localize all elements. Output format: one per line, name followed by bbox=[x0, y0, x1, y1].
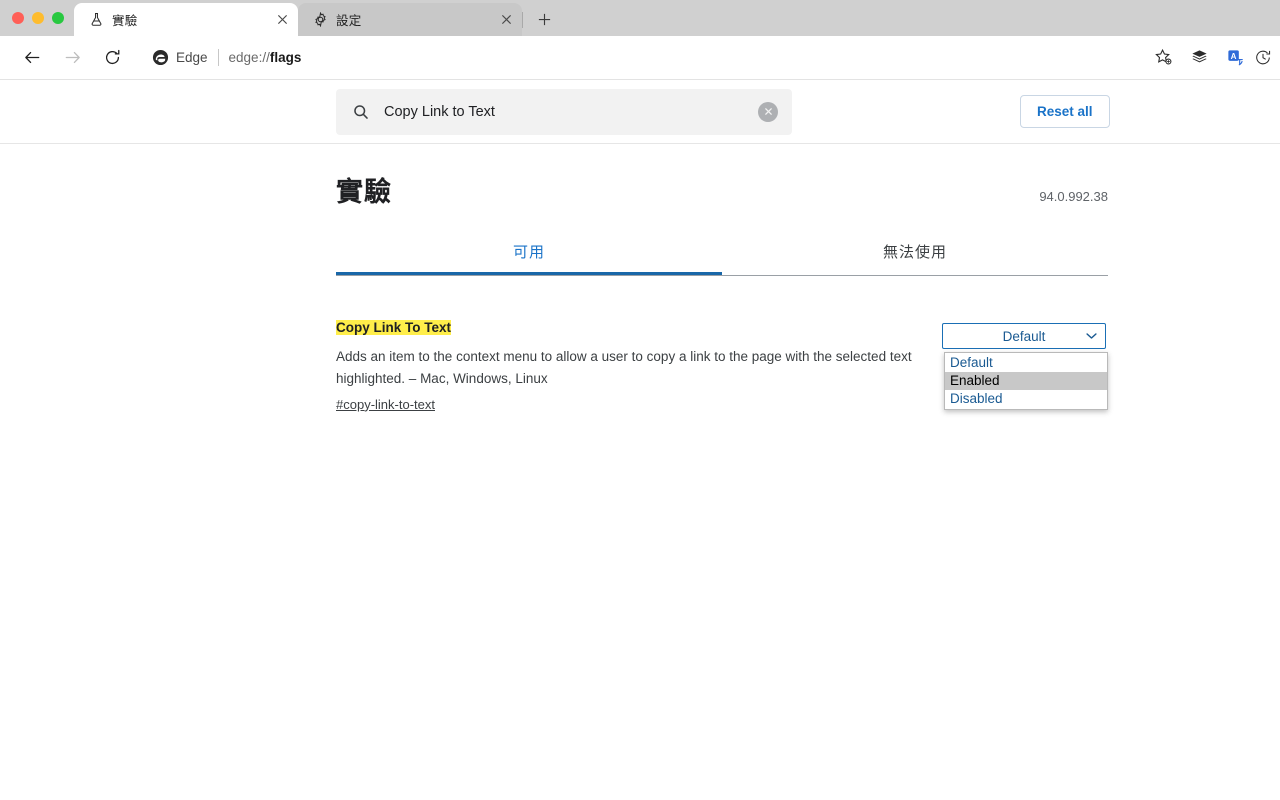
svg-text:A: A bbox=[1230, 52, 1236, 61]
window-minimize-button[interactable] bbox=[32, 12, 44, 24]
select-option-disabled[interactable]: Disabled bbox=[945, 390, 1107, 408]
browser-toolbar: Edge edge://flags A bbox=[0, 36, 1280, 80]
tab-available[interactable]: 可用 bbox=[336, 241, 722, 275]
flags-search-row: Copy Link to Text Reset all bbox=[0, 80, 1280, 144]
history-icon[interactable] bbox=[1254, 42, 1272, 74]
flags-header: 實驗 94.0.992.38 bbox=[336, 144, 1108, 209]
gear-icon bbox=[312, 12, 328, 28]
window-close-button[interactable] bbox=[12, 12, 24, 24]
url-scheme: edge:// bbox=[228, 50, 270, 65]
flag-entry: Copy Link To Text Adds an item to the co… bbox=[336, 318, 1108, 414]
address-divider bbox=[217, 49, 219, 66]
favorite-star-icon[interactable] bbox=[1146, 42, 1180, 74]
tab-title: 實驗 bbox=[112, 14, 138, 28]
toolbar-icon-group: A bbox=[1146, 42, 1272, 74]
edge-brand-label: Edge bbox=[176, 50, 208, 65]
select-option-enabled[interactable]: Enabled bbox=[945, 372, 1107, 390]
window-titlebar: 實驗 設定 bbox=[0, 0, 1280, 36]
flags-content: 實驗 94.0.992.38 可用 無法使用 Copy Link To Text… bbox=[0, 144, 1280, 414]
window-controls bbox=[0, 0, 74, 36]
reload-button[interactable] bbox=[96, 42, 128, 74]
tab-title: 設定 bbox=[336, 14, 362, 28]
flags-tablist: 可用 無法使用 bbox=[336, 241, 1108, 276]
search-input[interactable]: Copy Link to Text bbox=[336, 88, 792, 135]
close-icon[interactable] bbox=[274, 12, 290, 28]
close-icon[interactable] bbox=[498, 12, 514, 28]
url-path: flags bbox=[269, 50, 302, 65]
new-tab-button[interactable] bbox=[530, 5, 558, 33]
address-bar[interactable]: Edge edge://flags bbox=[142, 41, 1146, 74]
forward-button bbox=[56, 42, 88, 74]
translate-icon[interactable]: A bbox=[1218, 42, 1252, 74]
flag-description: Adds an item to the context menu to allo… bbox=[336, 348, 912, 387]
flag-select-wrapper: Default Default Enabled Disabled bbox=[942, 323, 1108, 410]
clear-search-icon[interactable] bbox=[758, 101, 778, 122]
flag-select[interactable]: Default bbox=[942, 323, 1106, 349]
edge-logo-icon bbox=[152, 49, 169, 66]
chevron-down-icon bbox=[1086, 332, 1097, 340]
reset-all-button[interactable]: Reset all bbox=[1020, 94, 1110, 129]
browser-tab-settings[interactable]: 設定 bbox=[298, 3, 522, 36]
browser-tab-experiments[interactable]: 實驗 bbox=[74, 3, 298, 36]
search-value: Copy Link to Text bbox=[384, 103, 495, 120]
flag-anchor-link[interactable]: #copy-link-to-text bbox=[336, 397, 435, 412]
url-text: edge://flags bbox=[229, 50, 302, 65]
flags-page: Copy Link to Text Reset all 實驗 94.0.992.… bbox=[0, 80, 1280, 799]
flag-name: Copy Link To Text bbox=[336, 320, 452, 335]
select-option-default[interactable]: Default bbox=[945, 354, 1107, 372]
page-title: 實驗 bbox=[336, 177, 392, 207]
version-label: 94.0.992.38 bbox=[1039, 189, 1108, 204]
tab-unavailable[interactable]: 無法使用 bbox=[722, 241, 1108, 275]
tab-divider bbox=[522, 12, 523, 28]
search-icon bbox=[352, 103, 370, 121]
flag-info: Copy Link To Text Adds an item to the co… bbox=[336, 318, 924, 414]
back-button[interactable] bbox=[16, 42, 48, 74]
tab-strip: 實驗 設定 bbox=[74, 0, 1280, 36]
flask-icon bbox=[88, 12, 104, 28]
window-maximize-button[interactable] bbox=[52, 12, 64, 24]
flag-select-value: Default bbox=[1002, 328, 1046, 344]
collections-icon[interactable] bbox=[1182, 42, 1216, 74]
flag-select-menu: Default Enabled Disabled bbox=[944, 352, 1108, 410]
